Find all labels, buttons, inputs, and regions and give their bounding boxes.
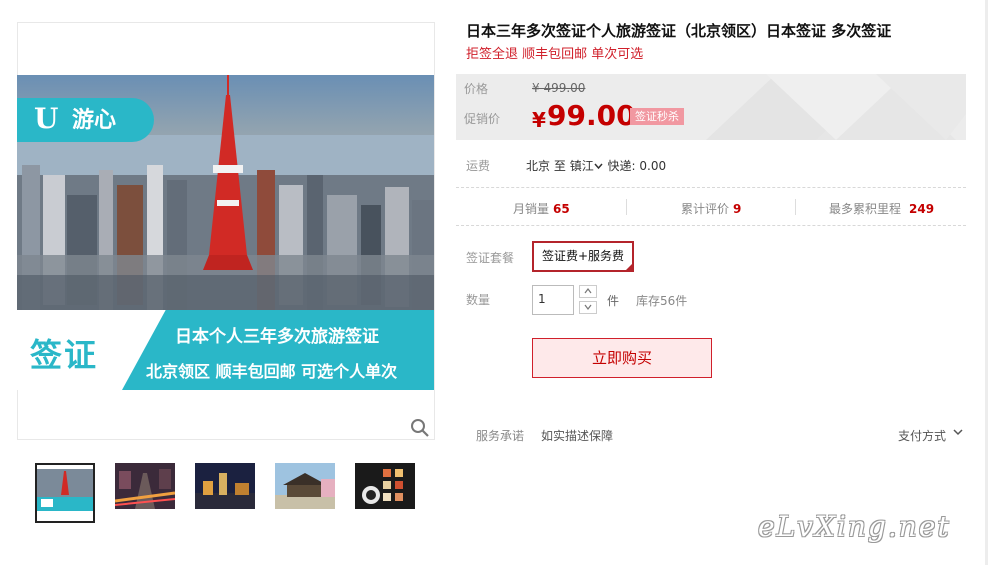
stat-total-reviews[interactable]: 累计评价 9	[681, 200, 741, 217]
stat-mileage: 最多累积里程 249	[829, 200, 934, 217]
brand-logo-text: 游心	[72, 108, 117, 133]
thumbnail-5[interactable]	[355, 463, 415, 509]
visa-banner-line2: 北京领区 顺丰包回邮 可选个人单次	[146, 362, 398, 381]
stat-value: 9	[733, 202, 742, 216]
original-price-label: 价格	[464, 82, 489, 96]
shipping-from: 北京	[526, 159, 551, 173]
shipping-info: 北京 至 镇江 快递: 0.00	[526, 157, 666, 174]
stat-value: 65	[553, 202, 570, 216]
original-price: ¥ 499.00	[532, 81, 586, 95]
stat-label: 月销量	[513, 202, 550, 216]
divider-top	[456, 187, 966, 188]
stat-monthly-sales: 月销量 65	[513, 200, 570, 217]
payment-methods-toggle[interactable]: 支付方式	[898, 427, 946, 444]
promo-price-label: 促销价	[464, 112, 501, 126]
promo-tag-badge: 签证秒杀	[630, 108, 684, 125]
stat-value: 249	[909, 202, 935, 216]
service-label: 服务承诺	[476, 429, 525, 443]
visa-banner-big-text: 签证	[30, 336, 99, 374]
zoom-magnifier-icon[interactable]	[410, 418, 430, 438]
thumbnail-4[interactable]	[275, 463, 335, 509]
promo-price: 99.00	[547, 99, 636, 132]
chevron-down-icon[interactable]	[952, 426, 964, 438]
stat-separator	[795, 199, 796, 215]
stat-label: 累计评价	[681, 202, 730, 216]
brand-logo-icon: U	[34, 102, 59, 135]
buy-now-button[interactable]: 立即购买	[532, 338, 712, 378]
promo-price-currency: ¥	[532, 108, 546, 132]
visa-banner-line1: 日本个人三年多次旅游签证	[175, 327, 379, 347]
shipping-destination-select[interactable]: 镇江	[570, 159, 594, 173]
thumbnail-3[interactable]	[195, 463, 255, 509]
package-label: 签证套餐	[466, 251, 515, 265]
site-watermark: eLvXing.net	[758, 510, 951, 543]
product-title: 日本三年多次签证个人旅游签证（北京领区）日本签证 多次签证	[466, 22, 892, 40]
divider-bottom	[456, 225, 966, 226]
stat-separator	[626, 199, 627, 215]
quantity-decrease-button[interactable]	[579, 301, 597, 314]
selected-check-icon	[624, 262, 634, 272]
thumbnail-2[interactable]	[115, 463, 175, 509]
product-subtitle: 拒签全退 顺丰包回邮 单次可选	[466, 47, 644, 62]
quantity-unit: 件	[607, 294, 620, 308]
chevron-down-icon[interactable]	[594, 159, 604, 173]
shipping-to-word: 至	[553, 159, 566, 173]
thumbnail-1[interactable]	[35, 463, 95, 523]
quantity-label: 数量	[466, 293, 491, 307]
quantity-increase-button[interactable]	[579, 285, 597, 298]
stock-count: 库存56件	[636, 294, 688, 308]
stat-label: 最多累积里程	[829, 202, 902, 216]
shipping-express: 快递: 0.00	[607, 159, 667, 173]
service-promise[interactable]: 如实描述保障	[541, 427, 613, 444]
shipping-label: 运费	[466, 159, 491, 173]
package-option-button[interactable]: 签证费+服务费	[532, 241, 634, 272]
quantity-input[interactable]: 1	[532, 285, 574, 315]
